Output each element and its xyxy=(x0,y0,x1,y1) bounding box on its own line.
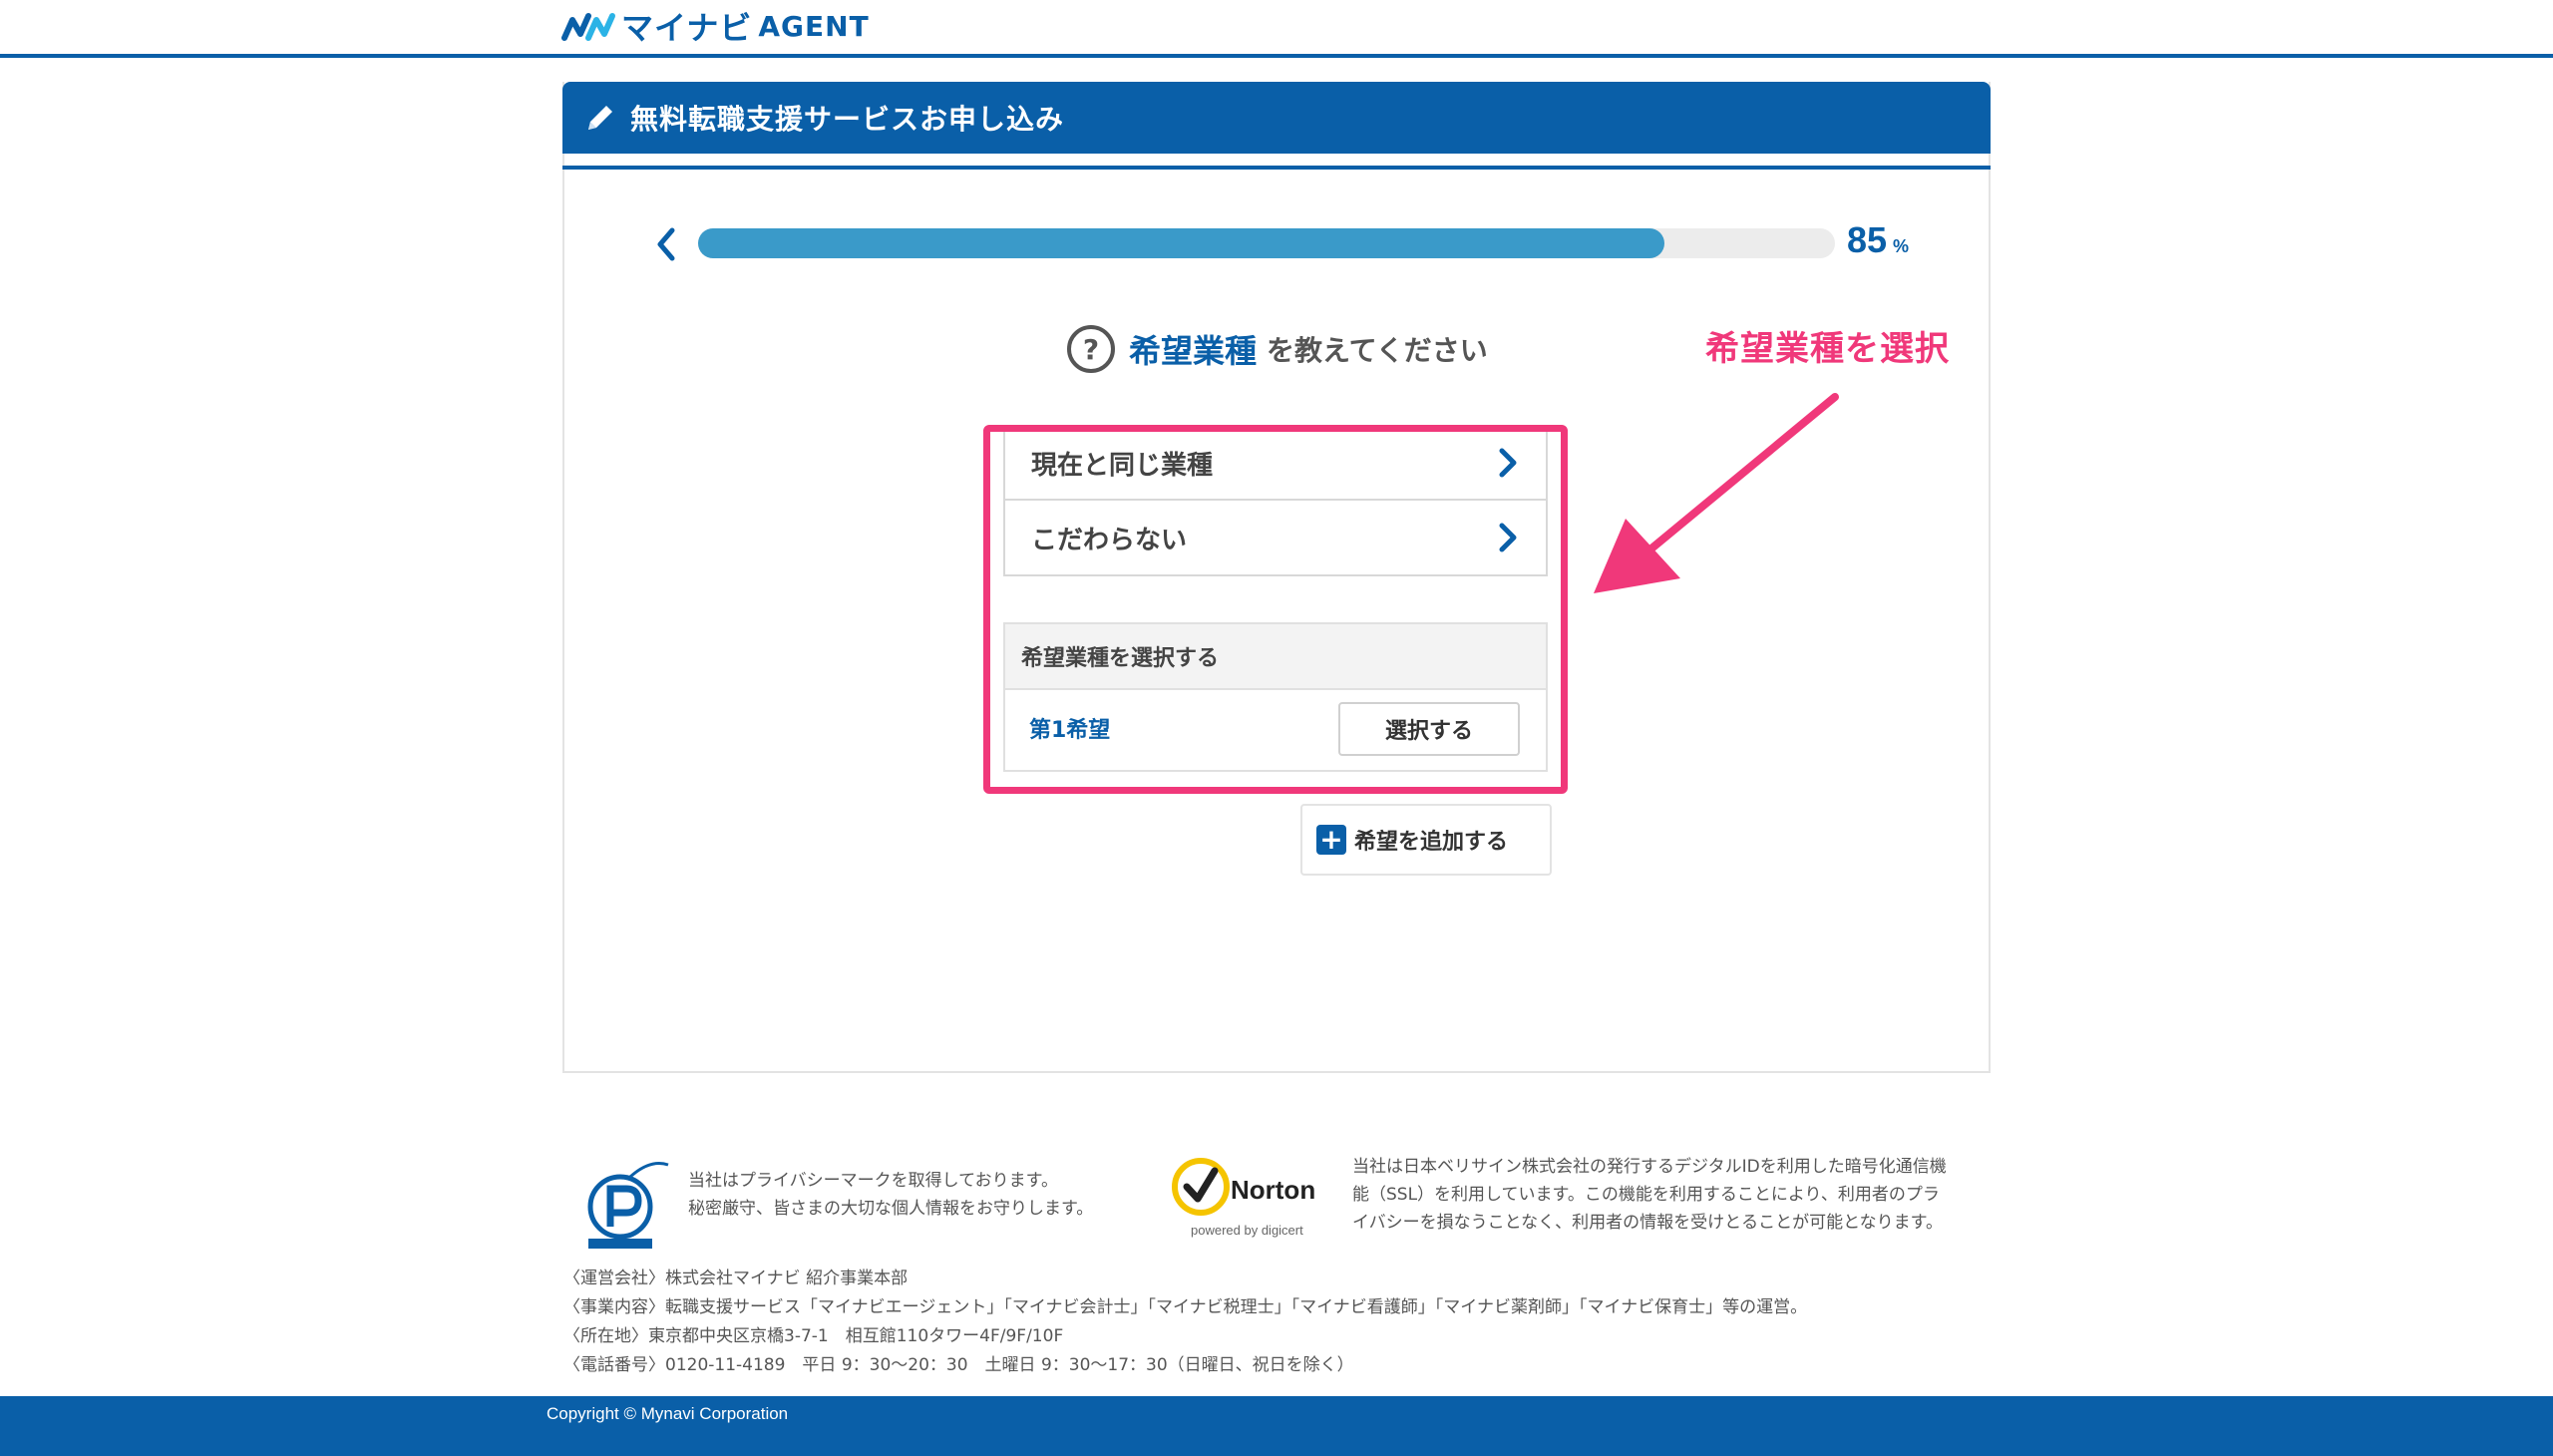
privacy-mark-text: 当社はプライバシーマークを取得しております。 秘密厳守、皆さまの大切な個人情報を… xyxy=(688,1167,1093,1223)
pencil-icon xyxy=(588,106,612,130)
first-choice-label: 第1希望 xyxy=(1029,718,1111,743)
progress-value-text: 85 xyxy=(1847,219,1888,260)
question-text: を教えてください xyxy=(1267,334,1488,367)
question-heading: ? 希望業種 を教えてください xyxy=(1067,325,1488,373)
company-info: 〈運営会社〉株式会社マイナビ 紹介事業本部 〈事業内容〉転職支援サービス「マイナ… xyxy=(563,1265,1807,1380)
select-industry-panel: 希望業種を選択する 第1希望 選択する xyxy=(1003,622,1548,772)
norton-seal-icon: Norton powered by digicert xyxy=(1172,1158,1315,1238)
add-preference-label: 希望を追加する xyxy=(1354,830,1509,855)
chevron-right-icon xyxy=(1499,448,1517,478)
annotation-label: 希望業種を選択 xyxy=(1705,329,1950,369)
ssl-description: 当社は日本ベリサイン株式会社の発行するデジタルIDを利用した暗号化通信機 能（S… xyxy=(1352,1153,1951,1237)
back-button[interactable] xyxy=(646,219,686,269)
company-line: 〈事業内容〉転職支援サービス「マイナビエージェント」「マイナビ会計士」「マイナビ… xyxy=(563,1297,1808,1317)
card-header: 無料転職支援サービスお申し込み xyxy=(562,82,1991,154)
privacy-line: 秘密厳守、皆さまの大切な個人情報をお守りします。 xyxy=(688,1199,1094,1219)
question-keyword: 希望業種 xyxy=(1129,332,1258,370)
option-no-preference[interactable]: こだわらない xyxy=(1005,501,1546,574)
progress-unit: % xyxy=(1893,236,1910,256)
select-industry-heading: 希望業種を選択する xyxy=(1005,624,1546,690)
privacy-line: 当社はプライバシーマークを取得しております。 xyxy=(688,1171,1058,1191)
card-header-divider xyxy=(562,166,1991,170)
ssl-line: 能（SSL）を利用しています。この機能を利用することにより、利用者のプラ xyxy=(1352,1185,1940,1205)
progress-percentage: 85% xyxy=(1847,219,1909,261)
logo-text: マイナビ xyxy=(621,9,753,47)
company-line: 〈所在地〉東京都中央区京橋3-7-1 相互館110タワー4F/9F/10F xyxy=(563,1326,1064,1346)
progress-bar-fill xyxy=(698,228,1664,258)
site-header: マイナビ AGENT xyxy=(0,0,2553,58)
mynavi-logo-icon xyxy=(561,13,615,41)
chevron-right-icon xyxy=(1499,523,1517,552)
copyright-text: Copyright © Mynavi Corporation xyxy=(547,1404,789,1423)
company-line: 〈運営会社〉株式会社マイナビ 紹介事業本部 xyxy=(563,1269,909,1288)
question-mark-icon: ? xyxy=(1067,325,1115,373)
norton-powered-text: powered by digicert xyxy=(1191,1223,1303,1238)
industry-options: 現在と同じ業種 こだわらない xyxy=(1003,425,1548,576)
progress-bar xyxy=(698,228,1835,258)
option-label: 現在と同じ業種 xyxy=(1031,450,1214,481)
add-preference-button[interactable]: + 希望を追加する xyxy=(1300,804,1552,876)
plus-icon: + xyxy=(1316,825,1346,855)
option-label: こだわらない xyxy=(1031,525,1188,555)
card-title: 無料転職支援サービスお申し込み xyxy=(630,103,1065,136)
company-line: 〈電話番号〉0120-11-4189 平日 9：30〜20：30 土曜日 9：3… xyxy=(563,1355,1354,1375)
copyright-bar xyxy=(0,1396,2553,1456)
select-button[interactable]: 選択する xyxy=(1338,702,1520,756)
chevron-left-icon xyxy=(657,227,675,261)
mynavi-agent-logo[interactable]: マイナビ AGENT xyxy=(561,6,870,47)
ssl-line: 当社は日本ベリサイン株式会社の発行するデジタルIDを利用した暗号化通信機 xyxy=(1352,1157,1947,1177)
option-same-industry[interactable]: 現在と同じ業種 xyxy=(1005,427,1546,501)
first-choice-row: 第1希望 選択する xyxy=(1005,690,1546,770)
norton-logo-text: Norton xyxy=(1231,1175,1315,1205)
logo-agent-text: AGENT xyxy=(758,9,870,43)
ssl-line: イバシーを損なうことなく、利用者の情報を受けとることが可能となります。 xyxy=(1352,1213,1943,1233)
privacy-mark-icon xyxy=(587,1162,669,1249)
annotation-arrow-icon xyxy=(1594,393,1839,593)
